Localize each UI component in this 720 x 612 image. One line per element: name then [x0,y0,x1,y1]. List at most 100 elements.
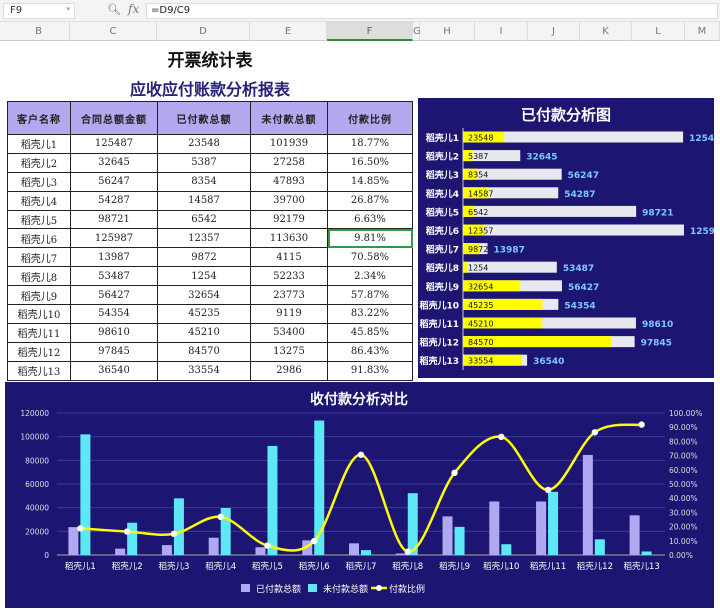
table-cell[interactable]: 23548 [157,134,251,154]
column-header-G[interactable]: G [413,22,421,41]
table-cell[interactable]: 92179 [250,209,328,230]
table-cell[interactable]: 54287 [70,190,158,211]
table-cell[interactable]: 稻壳儿5 [7,209,71,230]
paid-bar [463,261,467,273]
table-cell[interactable]: 稻壳儿13 [7,360,71,381]
table-cell[interactable]: 18.77% [327,134,413,154]
table-cell[interactable]: 70.58% [327,247,413,268]
ratio-point [217,513,224,521]
x-tick-label: 稻壳儿3 [158,561,189,572]
table-cell[interactable]: 14.85% [327,171,413,192]
paid-analysis-chart[interactable]: 已付款分析图 稻壳儿1 23548 125487 稻壳儿2 5387 32645 稻壳儿3 8… [418,98,720,378]
table-cell[interactable]: 稻壳儿8 [7,266,71,287]
table-cell[interactable]: 39700 [250,190,328,211]
table-cell[interactable]: 9872 [157,247,251,268]
table-cell[interactable]: 86.43% [327,341,413,362]
table-cell[interactable]: 45235 [157,304,251,324]
table-cell[interactable]: 53487 [70,266,158,287]
column-header-F[interactable]: F [327,22,413,41]
total-value-label: 54287 [564,190,595,200]
table-cell[interactable]: 12357 [157,228,251,249]
table-cell[interactable]: 2986 [250,360,328,381]
x-tick-label: 稻壳儿6 [299,561,330,572]
table-cell[interactable]: 14587 [157,190,251,211]
table-row: 稻壳儿10 54354 45235 9119 83.22% [7,304,413,324]
unpaid-bar [501,544,512,555]
legend-swatch-icon [308,584,317,592]
table-cell[interactable]: 98610 [70,322,158,343]
table-cell[interactable]: 125487 [70,134,158,154]
column-header-I[interactable]: I [475,22,528,41]
column-header-B[interactable]: B [8,22,70,41]
table-cell[interactable]: 113630 [250,228,328,249]
table-cell[interactable]: 32645 [70,152,158,173]
table-cell[interactable]: 稻壳儿6 [7,228,71,249]
table-cell[interactable]: 稻壳儿4 [7,190,71,211]
table-cell[interactable]: 8354 [157,171,251,192]
column-header-L[interactable]: L [632,22,685,41]
table-cell[interactable]: 稻壳儿12 [7,341,71,362]
paid-bar [161,545,172,555]
table-cell[interactable]: 13987 [70,247,158,268]
table-cell[interactable]: 57.87% [327,285,413,306]
column-header-J[interactable]: J [528,22,580,41]
y2-tick-label: 0.00% [669,551,693,560]
table-cell[interactable]: 9.81% [327,228,413,249]
table-cell[interactable]: 52233 [250,266,328,287]
total-value-label: 56247 [568,171,599,181]
formula-input[interactable]: =D9/C9 [146,3,718,19]
column-header-cell: 客户名称 [7,101,71,135]
column-header-C[interactable]: C [70,22,157,41]
table-cell[interactable]: 稻壳儿11 [7,322,71,343]
table-cell[interactable]: 9119 [250,304,328,324]
fx-icon[interactable]: fx [128,2,139,16]
name-box[interactable]: F9 ▾ [3,3,75,19]
paid-bar [208,537,219,555]
table-cell[interactable]: 91.83% [327,360,413,381]
table-cell[interactable]: 稻壳儿9 [7,285,71,306]
column-header-K[interactable]: K [580,22,632,41]
column-header-M[interactable]: M [685,22,720,41]
zoom-icon[interactable]: 🔍︎ [107,3,121,16]
column-header-D[interactable]: D [157,22,250,41]
table-cell[interactable]: 5387 [157,152,251,173]
table-cell[interactable]: 稻壳儿10 [7,304,71,324]
y-tick-label: 0 [44,551,49,560]
table-cell[interactable]: 1254 [157,266,251,287]
table-cell[interactable]: 27258 [250,152,328,173]
table-cell[interactable]: 84570 [157,341,251,362]
comparison-chart[interactable]: 收付款分析对比 0 20000 40000 60000 80000 100000 120000… [5,382,714,608]
chart-title: 已付款分析图 [520,106,611,124]
table-cell[interactable]: 56427 [70,285,158,306]
total-value-label: 97845 [641,339,672,349]
column-header-cell: 合同总额金额 [70,101,158,135]
table-cell[interactable]: 45210 [157,322,251,343]
table-cell[interactable]: 4115 [250,247,328,268]
column-header-E[interactable]: E [250,22,327,41]
table-cell[interactable]: 稻壳儿1 [7,134,71,154]
table-cell[interactable]: 33554 [157,360,251,381]
table-cell[interactable]: 2.34% [327,266,413,287]
table-cell[interactable]: 稻壳儿3 [7,171,71,192]
table-cell[interactable]: 54354 [70,304,158,324]
table-cell[interactable]: 53400 [250,322,328,343]
table-cell[interactable]: 56247 [70,171,158,192]
table-cell[interactable]: 97845 [70,341,158,362]
table-cell[interactable]: 6542 [157,209,251,230]
table-cell[interactable]: 16.50% [327,152,413,173]
table-cell[interactable]: 125987 [70,228,158,249]
table-cell[interactable]: 45.85% [327,322,413,343]
table-cell[interactable]: 36540 [70,360,158,381]
table-cell[interactable]: 98721 [70,209,158,230]
table-cell[interactable]: 47893 [250,171,328,192]
table-cell[interactable]: 101939 [250,134,328,154]
table-cell[interactable]: 稻壳儿2 [7,152,71,173]
table-cell[interactable]: 稻壳儿7 [7,247,71,268]
table-cell[interactable]: 13275 [250,341,328,362]
table-cell[interactable]: 26.87% [327,190,413,211]
table-cell[interactable]: 6.63% [327,209,413,230]
table-cell[interactable]: 32654 [157,285,251,306]
table-cell[interactable]: 83.22% [327,304,413,324]
table-cell[interactable]: 23773 [250,285,328,306]
column-header-H[interactable]: H [420,22,475,41]
